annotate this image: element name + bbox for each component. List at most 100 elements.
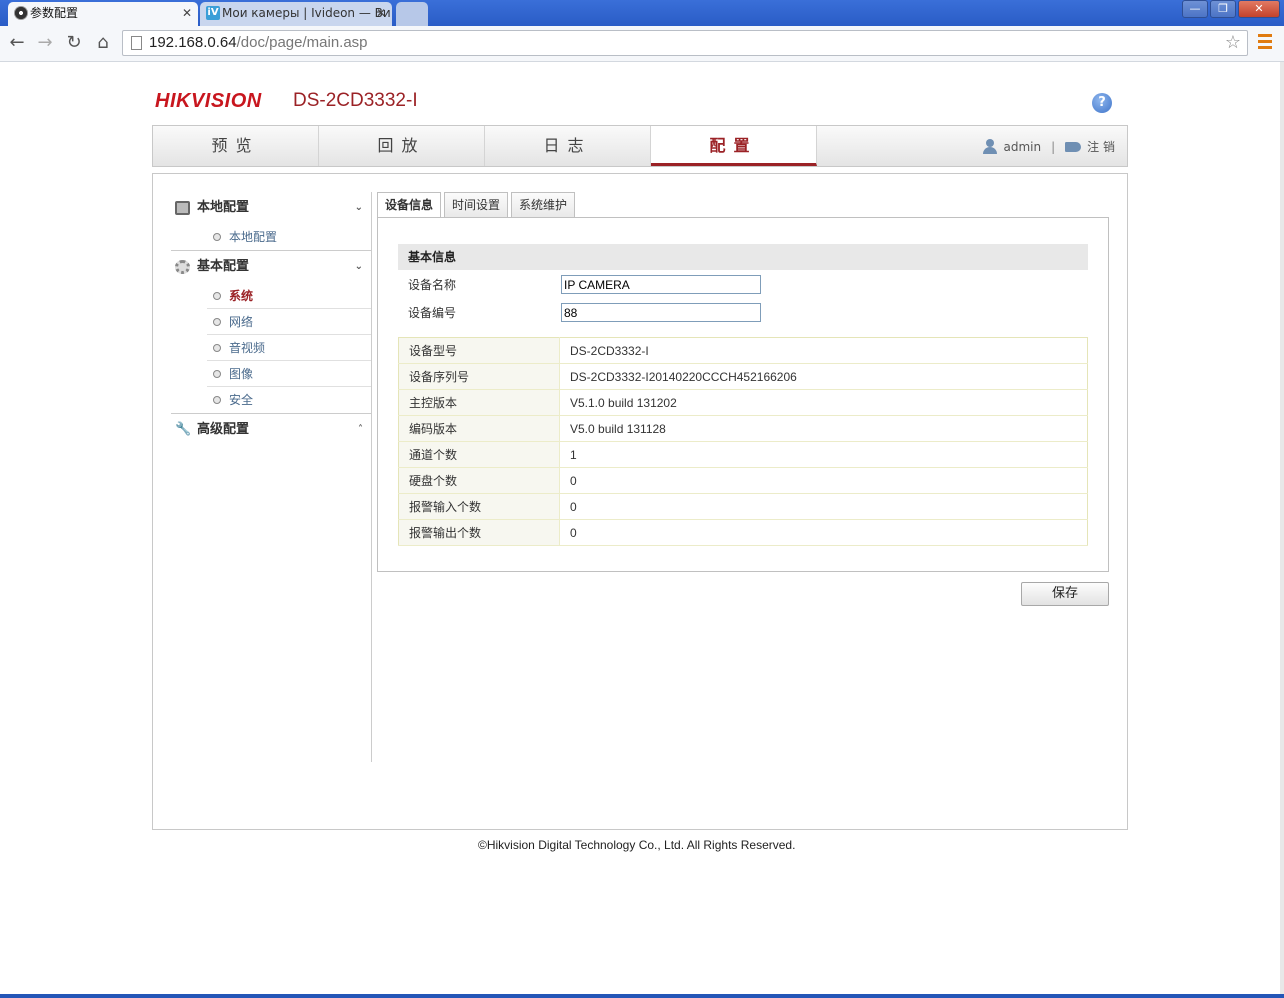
browser-toolbar: ← → ↻ ⌂ 192.168.0.64/doc/page/main.asp ☆	[0, 26, 1284, 62]
table-row: 设备型号 DS-2CD3332-I	[398, 337, 1088, 364]
nav-configuration[interactable]: 配置	[651, 126, 817, 166]
page: HIKVISION DS-2CD3332-I ? 预览 回放 日志 配置 adm…	[0, 62, 1280, 994]
sidebar-item-network[interactable]: 网络	[207, 309, 371, 335]
table-row: 通道个数 1	[398, 441, 1088, 468]
bookmark-star-icon[interactable]: ☆	[1225, 32, 1241, 53]
ivideon-favicon-icon: iV	[206, 6, 220, 20]
window-controls: — ❐ ✕	[1180, 0, 1280, 18]
chevron-down-icon[interactable]: ⌄	[355, 251, 363, 283]
info-key: 编码版本	[398, 415, 560, 442]
username: admin	[1003, 139, 1042, 154]
forward-arrow-icon[interactable]: →	[34, 32, 56, 54]
close-tab-icon[interactable]: ✕	[182, 2, 192, 24]
sidebar-divider	[371, 192, 372, 762]
chevron-up-icon[interactable]: ˄	[358, 414, 363, 446]
device-number-input[interactable]	[561, 303, 761, 322]
bullet-icon	[213, 344, 221, 352]
device-number-label: 设备编号	[408, 306, 457, 320]
table-row: 编码版本 V5.0 build 131128	[398, 415, 1088, 442]
info-value: DS-2CD3332-I20140220CCCH452166206	[559, 363, 1088, 390]
scrollbar-edge[interactable]	[1280, 62, 1284, 996]
sidebar-group-header-basic[interactable]: 基本配置 ⌄	[171, 251, 371, 283]
table-row: 硬盘个数 0	[398, 467, 1088, 494]
sidebar-item-audio-video[interactable]: 音视频	[207, 335, 371, 361]
browser-tab-ivideon[interactable]: iV Мои камеры | Ivideon — Ви ✕	[200, 2, 392, 26]
user-icon	[982, 139, 998, 154]
tab-maintenance[interactable]: 系统维护	[511, 192, 576, 218]
chevron-down-icon[interactable]: ⌄	[355, 192, 363, 224]
tab-device-info[interactable]: 设备信息	[377, 192, 442, 219]
nav-log[interactable]: 日志	[485, 126, 651, 166]
device-model-title: DS-2CD3332-I	[293, 90, 418, 111]
info-value: V5.0 build 131128	[559, 415, 1088, 442]
device-info-table: 设备型号 DS-2CD3332-I 设备序列号 DS-2CD3332-I201402…	[398, 337, 1088, 546]
new-tab-button[interactable]	[396, 2, 428, 26]
page-icon	[131, 36, 142, 50]
bullet-icon	[213, 292, 221, 300]
info-value: DS-2CD3332-I	[559, 337, 1088, 364]
logout-link[interactable]: 注 销	[1087, 138, 1115, 155]
sidebar-item-system[interactable]: 系统	[207, 283, 371, 309]
url-text: 192.168.0.64/doc/page/main.asp	[149, 34, 368, 51]
sidebar-item-local-config[interactable]: 本地配置	[207, 224, 371, 250]
device-name-label: 设备名称	[408, 278, 457, 292]
save-button[interactable]: 保存	[1021, 582, 1109, 606]
wrench-icon	[175, 414, 191, 446]
table-row: 报警输出个数 0	[398, 519, 1088, 546]
info-value: 0	[559, 493, 1088, 520]
section-title-basic-info: 基本信息	[398, 244, 1088, 270]
window-close-button[interactable]: ✕	[1238, 0, 1280, 18]
device-name-input[interactable]	[561, 275, 761, 294]
table-row: 报警输入个数 0	[398, 493, 1088, 520]
address-bar[interactable]: 192.168.0.64/doc/page/main.asp ☆	[122, 30, 1248, 56]
sidebar-group-header-advanced[interactable]: 高级配置 ˄	[171, 414, 371, 446]
nav-playback[interactable]: 回放	[319, 126, 485, 166]
content-frame: 本地配置 ⌄ 本地配置 基本配置 ⌄ 系统 网络 音视频 图像 安全 🔧 高级配…	[152, 173, 1128, 830]
logout-icon[interactable]	[1065, 141, 1082, 152]
table-row: 主控版本 V5.1.0 build 131202	[398, 389, 1088, 416]
home-icon[interactable]: ⌂	[92, 32, 114, 54]
info-key: 报警输出个数	[398, 519, 560, 546]
info-value: 0	[559, 467, 1088, 494]
bullet-icon	[213, 370, 221, 378]
info-key: 设备序列号	[398, 363, 560, 390]
info-value: 0	[559, 519, 1088, 546]
sidebar-group-basic: 基本配置 ⌄ 系统 网络 音视频 图像 安全	[171, 251, 371, 413]
bullet-icon	[213, 233, 221, 241]
info-value: 1	[559, 441, 1088, 468]
device-info-panel: 基本信息 设备名称 设备编号 设备型号DS-2CD3332-I 设备序列号DS-…	[377, 217, 1109, 572]
gear-icon	[175, 260, 190, 274]
main-nav: 预览 回放 日志 配置 admin | 注 销	[152, 125, 1128, 167]
sidebar-item-image[interactable]: 图像	[207, 361, 371, 387]
close-tab-icon[interactable]: ✕	[376, 2, 386, 24]
nav-preview[interactable]: 预览	[153, 126, 319, 166]
back-arrow-icon[interactable]: ←	[6, 32, 28, 54]
info-key: 报警输入个数	[398, 493, 560, 520]
tab-time-settings[interactable]: 时间设置	[444, 192, 509, 218]
user-separator: |	[1051, 139, 1056, 154]
info-key: 主控版本	[398, 389, 560, 416]
reload-icon[interactable]: ↻	[63, 32, 85, 54]
config-sidebar: 本地配置 ⌄ 本地配置 基本配置 ⌄ 系统 网络 音视频 图像 安全 🔧 高级配…	[171, 192, 372, 762]
browser-tab-title: Мои камеры | Ivideon — Ви	[222, 6, 391, 20]
info-value: V5.1.0 build 131202	[559, 389, 1088, 416]
hikvision-logo: HIKVISION	[155, 90, 262, 112]
help-icon[interactable]: ?	[1092, 93, 1112, 113]
maximize-button[interactable]: ❐	[1210, 0, 1236, 18]
sidebar-group-header-local[interactable]: 本地配置 ⌄	[171, 192, 371, 224]
bullet-icon	[213, 318, 221, 326]
browser-tabstrip: 参数配置 ✕ iV Мои камеры | Ivideon — Ви ✕ — …	[0, 0, 1284, 26]
browser-menu-icon[interactable]	[1258, 34, 1272, 52]
sidebar-item-security[interactable]: 安全	[207, 387, 371, 413]
sidebar-group-local: 本地配置 ⌄ 本地配置	[171, 192, 371, 250]
copyright-text: ©Hikvision Digital Technology Co., Ltd. …	[478, 838, 796, 852]
browser-tab-title: 参数配置	[30, 6, 79, 20]
browser-tab-active[interactable]: 参数配置 ✕	[8, 2, 198, 26]
minimize-button[interactable]: —	[1182, 0, 1208, 18]
sidebar-group-advanced: 高级配置 ˄	[171, 414, 371, 446]
sub-tabs: 设备信息 时间设置 系统维护	[377, 192, 578, 219]
monitor-icon	[175, 201, 190, 215]
info-key: 设备型号	[398, 337, 560, 364]
info-key: 硬盘个数	[398, 467, 560, 494]
camera-favicon-icon	[14, 6, 28, 20]
